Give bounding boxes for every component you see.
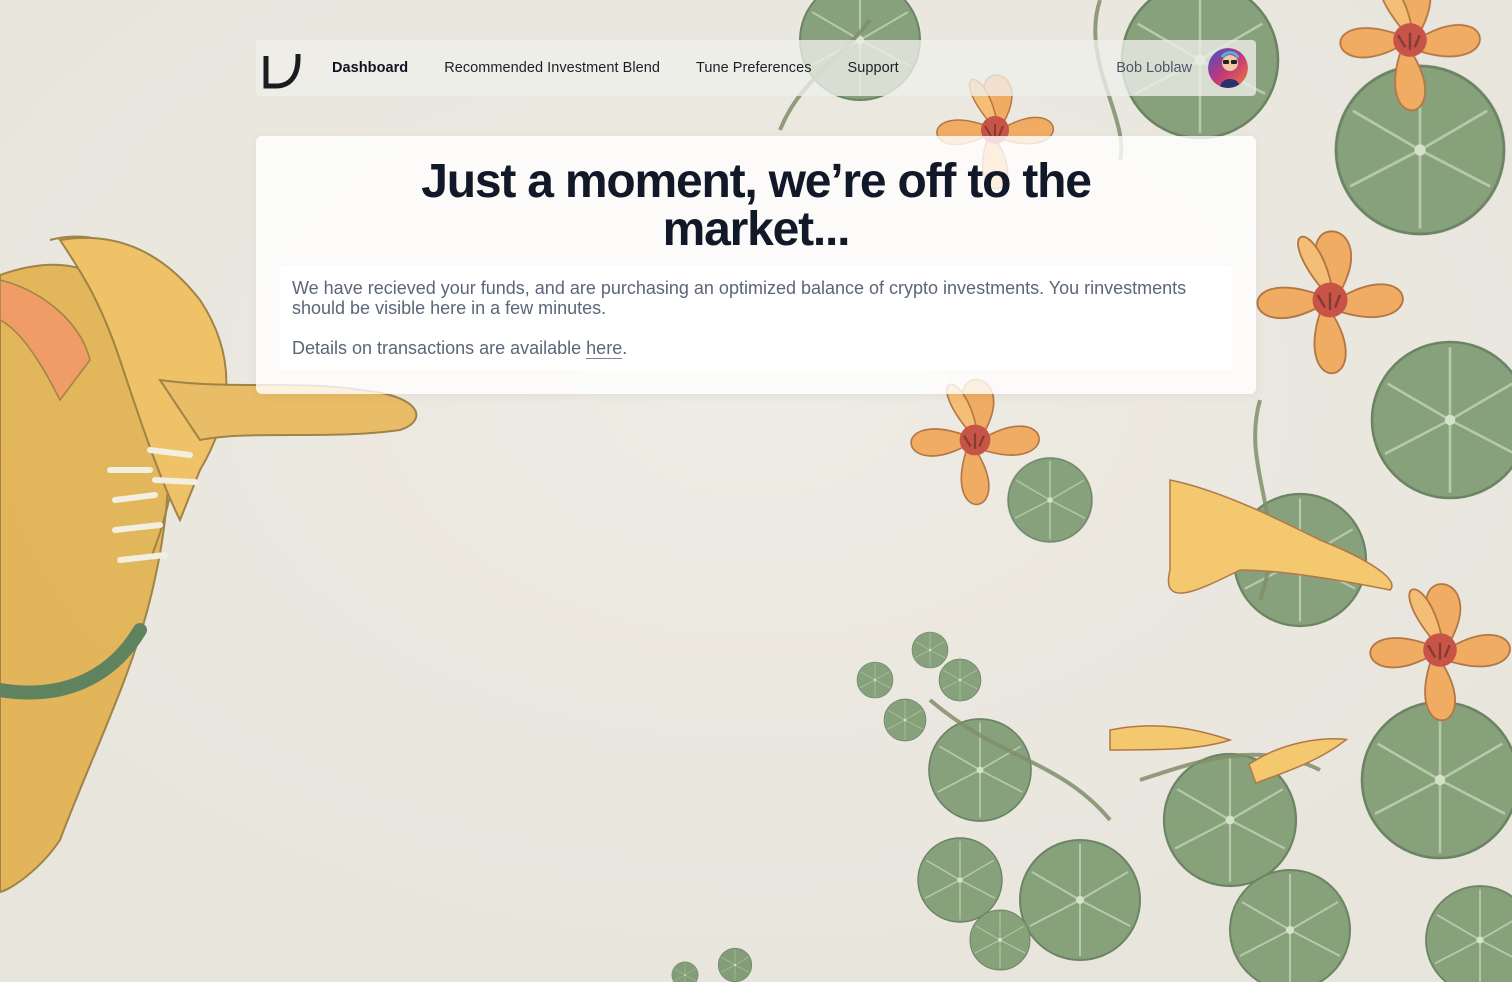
top-navbar: Dashboard Recommended Investment Blend T… bbox=[256, 40, 1256, 96]
transaction-details-link[interactable]: here bbox=[586, 338, 623, 359]
nav-recommended-investment-blend[interactable]: Recommended Investment Blend bbox=[444, 60, 660, 76]
user-menu[interactable]: Bob Loblaw bbox=[1116, 40, 1248, 96]
nav-tune-preferences[interactable]: Tune Preferences bbox=[696, 60, 812, 76]
transaction-details-text: Details on transactions are available he… bbox=[292, 338, 1220, 359]
logo-icon[interactable] bbox=[262, 46, 302, 90]
nav-dashboard[interactable]: Dashboard bbox=[332, 60, 408, 76]
user-name[interactable]: Bob Loblaw bbox=[1116, 60, 1192, 76]
page-title: Just a moment, we’re off to the market..… bbox=[421, 155, 1092, 256]
status-card: Just a moment, we’re off to the market..… bbox=[256, 136, 1256, 394]
status-message: We have recieved your funds, and are pur… bbox=[292, 278, 1187, 318]
details-prefix: Details on transactions are available bbox=[292, 338, 587, 358]
avatar-icon[interactable] bbox=[1208, 48, 1248, 88]
details-suffix: . bbox=[622, 338, 628, 358]
nav-links: Dashboard Recommended Investment Blend T… bbox=[332, 40, 935, 96]
status-message-box: We have recieved your funds, and are pur… bbox=[280, 266, 1232, 370]
nav-support[interactable]: Support bbox=[848, 60, 899, 76]
